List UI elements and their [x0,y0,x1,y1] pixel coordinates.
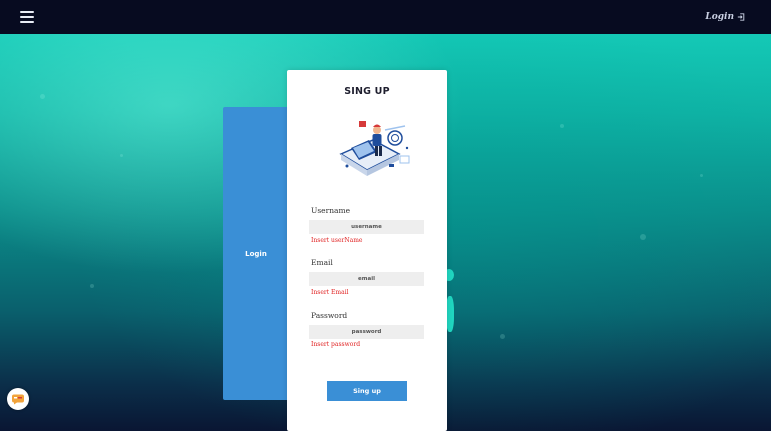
email-input[interactable] [309,272,424,286]
top-navbar: Login [0,0,771,34]
password-input[interactable] [309,325,424,339]
person-at-laptop-illustration [339,121,410,176]
side-login-panel: Login [223,107,289,400]
email-label: Email [311,258,333,267]
header-login-link[interactable]: Login [705,12,745,22]
signup-title: SING UP [344,86,390,97]
signup-button[interactable]: Sing up [327,381,407,401]
username-error: Insert userName [311,237,363,244]
sign-in-icon [737,13,745,21]
username-label: Username [311,206,351,215]
password-label: Password [311,311,348,320]
switch-to-login-button[interactable]: Login [245,250,267,258]
signup-card: SING UP Username Insert userName Email I… [287,70,447,431]
header-login-label: Login [705,12,734,22]
hamburger-menu-icon[interactable] [20,11,34,23]
chat-icon [12,394,24,405]
username-input[interactable] [309,220,424,234]
password-error: Insert password [311,341,361,348]
email-error: Insert Email [311,289,349,296]
chat-widget-button[interactable] [7,388,29,410]
